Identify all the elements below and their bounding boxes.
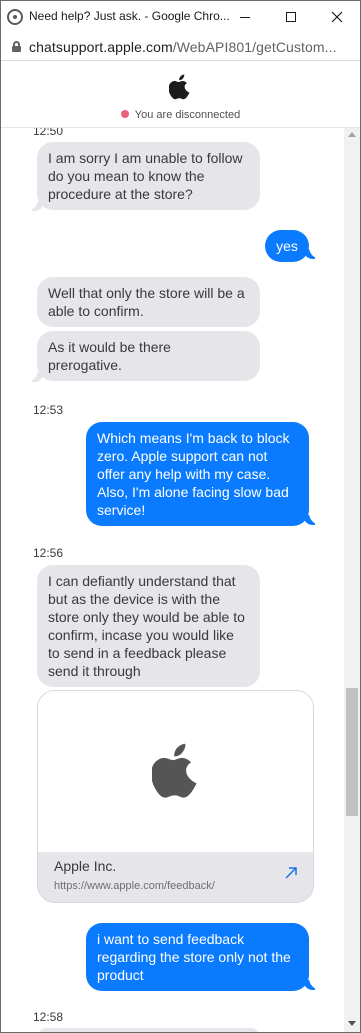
status-text: You are disconnected xyxy=(134,109,241,121)
link-preview-card[interactable]: Apple Inc. https://www.apple.com/feedbac… xyxy=(37,690,314,903)
minimize-button[interactable] xyxy=(222,1,268,33)
connection-status: You are disconnected xyxy=(1,109,360,121)
link-preview-footer[interactable]: Apple Inc. https://www.apple.com/feedbac… xyxy=(38,852,313,902)
chat-transcript[interactable]: 12:50 I am sorry I am unable to follow d… xyxy=(1,128,344,1032)
minimize-icon xyxy=(240,16,250,18)
close-button[interactable] xyxy=(314,1,360,33)
scroll-down-arrow-icon[interactable] xyxy=(348,1021,356,1026)
agent-message: I am sorry I am unable to follow do you … xyxy=(37,142,260,210)
timestamp: 12:53 xyxy=(33,403,64,417)
maximize-button[interactable] xyxy=(268,1,314,33)
close-icon xyxy=(331,11,343,23)
user-message: yes xyxy=(265,230,309,262)
timestamp: 12:50 xyxy=(33,128,64,138)
apple-logo-icon xyxy=(152,743,197,798)
maximize-icon xyxy=(286,12,296,22)
browser-window: Need help? Just ask. - Google Chro... ch… xyxy=(0,0,361,1033)
user-message: Which means I'm back to block zero. Appl… xyxy=(86,422,309,526)
agent-message: I can defiantly understand that but as t… xyxy=(37,565,260,687)
url-path: /WebAPI801/getCustom... xyxy=(172,39,337,55)
apple-logo-icon xyxy=(169,74,190,100)
timestamp: 12:58 xyxy=(33,1010,64,1024)
agent-message: As it would be there prerogative. xyxy=(37,331,260,381)
user-message: i want to send feedback regarding the st… xyxy=(86,923,309,991)
agent-message: Well that only the store will be a able … xyxy=(37,277,260,327)
scroll-up-arrow-icon[interactable] xyxy=(348,132,356,137)
agent-message xyxy=(37,1028,260,1032)
chrome-icon xyxy=(7,9,23,25)
external-link-arrow-icon[interactable] xyxy=(284,866,298,880)
title-bar: Need help? Just ask. - Google Chro... xyxy=(1,1,360,33)
status-dot-icon xyxy=(120,110,129,118)
address-bar[interactable]: chatsupport.apple.com/WebAPI801/getCusto… xyxy=(1,33,360,61)
window-title: Need help? Just ask. - Google Chro... xyxy=(29,9,229,23)
lock-icon[interactable] xyxy=(12,41,21,52)
scrollbar-thumb[interactable] xyxy=(346,688,358,816)
timestamp: 12:56 xyxy=(33,546,64,560)
chat-header: You are disconnected xyxy=(1,62,360,128)
url-text[interactable]: chatsupport.apple.com/WebAPI801/getCusto… xyxy=(29,39,337,55)
link-preview-image xyxy=(38,691,313,852)
link-title: Apple Inc. xyxy=(54,858,117,874)
scrollbar[interactable] xyxy=(344,128,360,1032)
url-domain: chatsupport.apple.com xyxy=(29,39,173,55)
link-url[interactable]: https://www.apple.com/feedback/ xyxy=(54,880,215,892)
